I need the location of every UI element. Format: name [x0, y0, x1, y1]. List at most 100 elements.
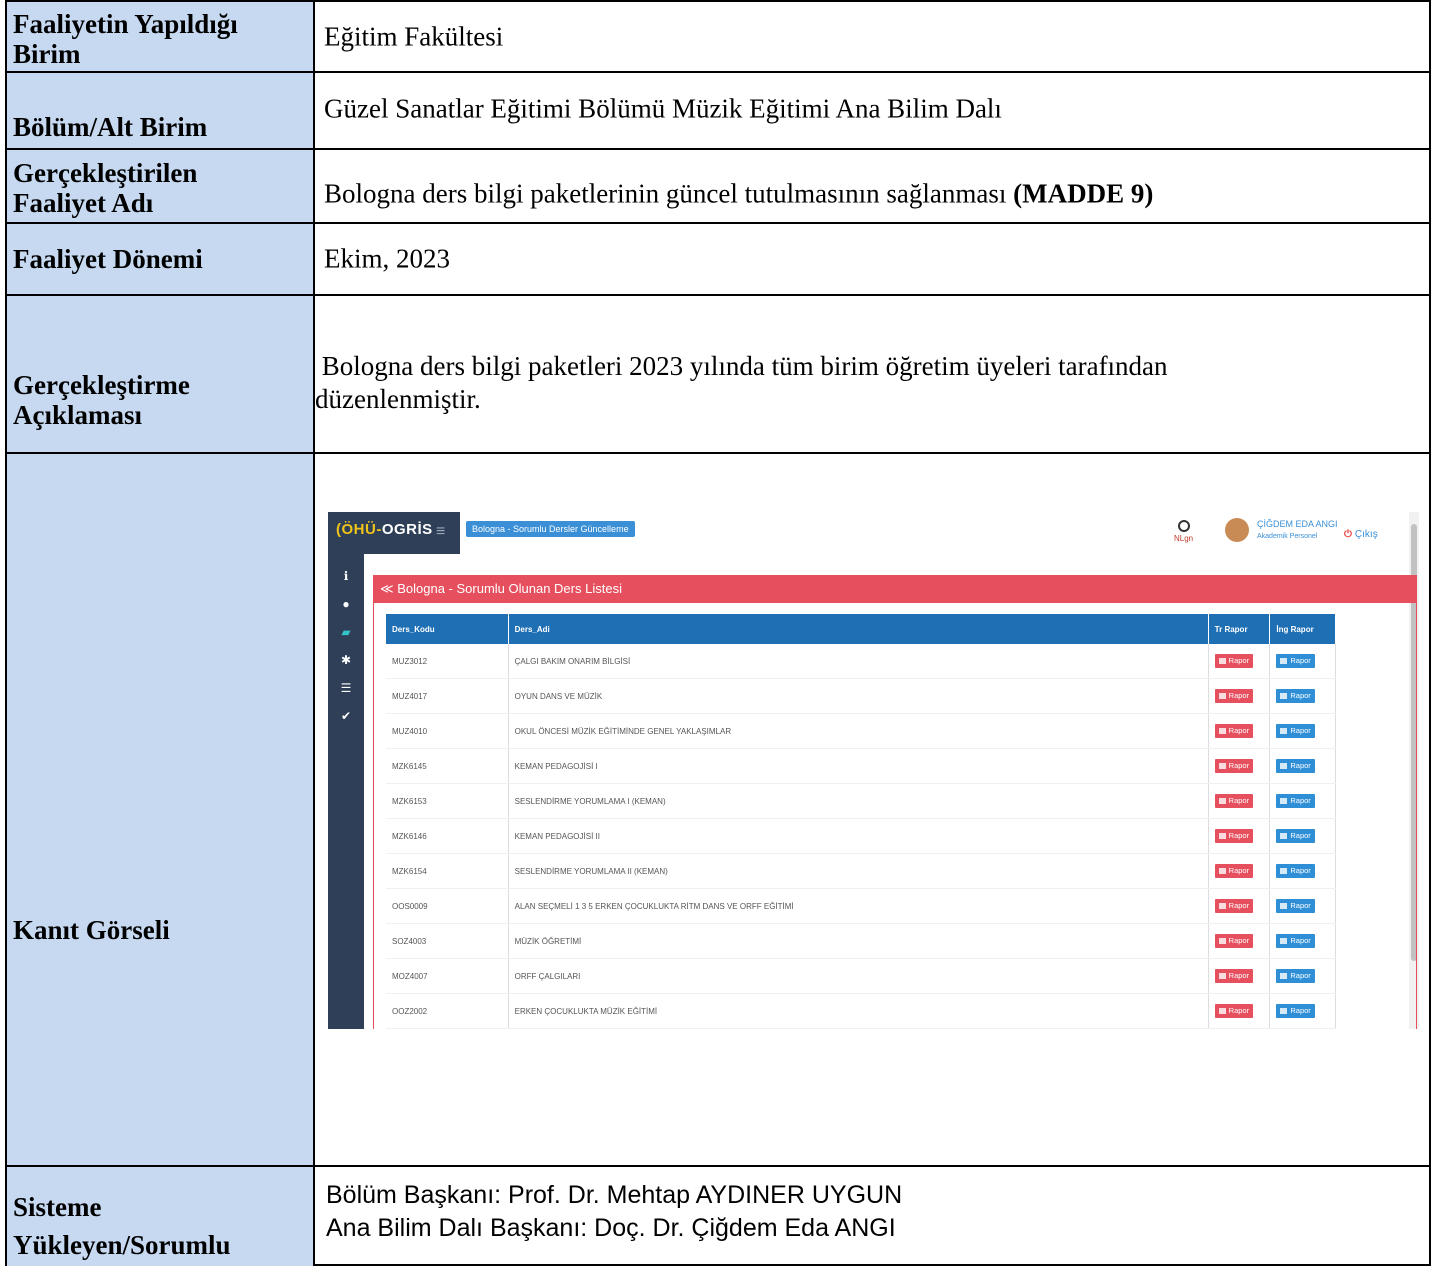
value-cell: Bologna ders bilgi paketleri 2023 yılınd… — [315, 296, 1429, 452]
power-icon: ⏻ — [1344, 529, 1352, 540]
label-cell: Faaliyet Dönemi — [7, 224, 315, 294]
button-label: Rapor — [1228, 831, 1250, 840]
row-unit: Faaliyetin Yapıldığı Birim Eğitim Fakült… — [7, 2, 1429, 73]
column-header[interactable]: İng Rapor — [1269, 614, 1336, 644]
label-text: Açıklaması — [13, 400, 143, 430]
en-report-button[interactable]: Rapor — [1276, 934, 1315, 948]
label-text: Sisteme — [13, 1192, 102, 1222]
course-code: MZK6154 — [386, 853, 509, 889]
side-navigation: ℹ ● ▰ ✱ ☰ ✔ — [328, 554, 364, 1029]
nlgn-indicator[interactable]: NLgn — [1174, 520, 1193, 543]
en-report-button[interactable]: Rapor — [1276, 899, 1315, 913]
breadcrumb[interactable]: Bologna - Sorumlu Dersler Güncelleme — [466, 521, 635, 537]
button-label: Rapor — [1290, 971, 1311, 980]
course-table: Ders_Kodu Ders_Adi Tr Rapor İng Rapor MU… — [386, 614, 1336, 1029]
row-activity-name: Gerçekleştirilen Faaliyet Adı Bologna de… — [7, 150, 1429, 224]
tr-report-button[interactable]: Rapor — [1214, 654, 1254, 668]
course-code: SOZ4003 — [386, 923, 509, 959]
label-text: Faaliyet Dönemi — [13, 244, 203, 274]
course-code: OOZ2002 — [386, 993, 509, 1029]
tr-report-button[interactable]: Rapor — [1214, 829, 1254, 843]
tr-report-button[interactable]: Rapor — [1214, 969, 1254, 983]
en-report-button[interactable]: Rapor — [1276, 969, 1315, 983]
en-report-cell: Rapor — [1269, 993, 1336, 1029]
avatar[interactable] — [1225, 518, 1249, 542]
course-code: MZK6146 — [386, 818, 509, 854]
user-name[interactable]: ÇİĞDEM EDA ANGI — [1257, 519, 1338, 529]
en-report-button[interactable]: Rapor — [1276, 759, 1315, 773]
print-icon — [1280, 973, 1288, 980]
tr-report-cell: Rapor — [1208, 958, 1271, 994]
en-report-cell: Rapor — [1269, 958, 1336, 994]
tr-report-button[interactable]: Rapor — [1214, 794, 1254, 808]
tr-report-button[interactable]: Rapor — [1214, 759, 1254, 773]
label-cell: Gerçekleştirme Açıklaması — [7, 296, 315, 452]
en-report-button[interactable]: Rapor — [1276, 829, 1315, 843]
print-icon — [1280, 938, 1288, 945]
responsible-line: Ana Bilim Dalı Başkanı: Doç. Dr. Çiğdem … — [326, 1214, 896, 1242]
column-header[interactable]: Ders_Adi — [508, 614, 1209, 644]
button-label: Rapor — [1290, 901, 1311, 910]
app-topbar: (ÖHÜ-OGRİS ≡ Bologna - Sorumlu Dersler G… — [322, 512, 1422, 554]
print-icon — [1280, 728, 1288, 735]
tr-report-button[interactable]: Rapor — [1214, 899, 1254, 913]
list-icon[interactable]: ☰ — [328, 674, 364, 702]
check-icon[interactable]: ✔ — [328, 702, 364, 730]
button-label: Rapor — [1228, 971, 1250, 980]
print-icon — [1218, 693, 1226, 700]
tr-report-button[interactable]: Rapor — [1214, 689, 1254, 703]
en-report-button[interactable]: Rapor — [1276, 654, 1315, 668]
label-text: Kanıt Görseli — [13, 915, 170, 946]
activity-name-value: Bologna ders bilgi paketlerinin güncel t… — [324, 178, 1014, 209]
course-name: ERKEN ÇOCUKLUKTA MÜZİK EĞİTİMİ — [508, 993, 1209, 1029]
course-code: MUZ3012 — [386, 644, 509, 679]
tr-report-button[interactable]: Rapor — [1214, 1004, 1254, 1018]
button-label: Rapor — [1228, 936, 1250, 945]
en-report-button[interactable]: Rapor — [1276, 864, 1315, 878]
en-report-button[interactable]: Rapor — [1276, 1004, 1315, 1018]
en-report-button[interactable]: Rapor — [1276, 724, 1315, 738]
print-icon — [1218, 1008, 1226, 1015]
book-icon[interactable]: ▰ — [328, 618, 364, 646]
asterisk-icon[interactable]: ✱ — [328, 646, 364, 674]
evidence-screenshot: (ÖHÜ-OGRİS ≡ Bologna - Sorumlu Dersler G… — [322, 512, 1422, 1029]
unit-value: Eğitim Fakültesi — [324, 21, 504, 51]
en-report-button[interactable]: Rapor — [1276, 794, 1315, 808]
en-report-cell: Rapor — [1269, 783, 1336, 819]
course-code: MOZ4007 — [386, 958, 509, 994]
print-icon — [1218, 833, 1226, 840]
label-text: Faaliyet Adı — [13, 188, 154, 218]
info-icon[interactable]: ℹ — [328, 562, 364, 590]
column-header[interactable]: Ders_Kodu — [386, 614, 509, 644]
print-icon — [1280, 833, 1288, 840]
tr-report-cell: Rapor — [1208, 644, 1271, 679]
en-report-cell: Rapor — [1269, 853, 1336, 889]
logout-button[interactable]: ⏻ Çıkış — [1344, 529, 1378, 540]
value-cell: Bölüm Başkanı: Prof. Dr. Mehtap AYDINER … — [315, 1167, 1429, 1266]
panel-header: ≪ Bologna - Sorumlu Olunan Ders Listesi — [374, 575, 1416, 603]
button-label: Rapor — [1290, 796, 1311, 805]
button-label: Rapor — [1290, 656, 1311, 665]
hamburger-menu-icon[interactable]: ≡ — [436, 523, 445, 541]
button-label: Rapor — [1228, 1006, 1250, 1015]
label-text: Birim — [13, 39, 81, 69]
tr-report-button[interactable]: Rapor — [1214, 724, 1254, 738]
print-icon — [1280, 903, 1288, 910]
value-cell: Güzel Sanatlar Eğitimi Bölümü Müzik Eğit… — [315, 73, 1429, 148]
en-report-button[interactable]: Rapor — [1276, 689, 1315, 703]
button-label: Rapor — [1290, 866, 1311, 875]
label-cell: Gerçekleştirilen Faaliyet Adı — [7, 150, 315, 222]
course-name: OKUL ÖNCESİ MÜZİK EĞİTİMİNDE GENEL YAKLA… — [508, 713, 1209, 749]
print-icon — [1218, 868, 1226, 875]
tr-report-cell: Rapor — [1208, 748, 1271, 784]
user-icon[interactable]: ● — [328, 590, 364, 618]
tr-report-button[interactable]: Rapor — [1214, 864, 1254, 878]
en-report-cell: Rapor — [1269, 748, 1336, 784]
print-icon — [1280, 763, 1288, 770]
tr-report-button[interactable]: Rapor — [1214, 934, 1254, 948]
print-icon — [1218, 658, 1226, 665]
row-responsible: Sisteme Yükleyen/Sorumlu Bölüm Başkanı: … — [7, 1167, 1429, 1266]
column-header[interactable]: Tr Rapor — [1208, 614, 1271, 644]
label-cell: Bölüm/Alt Birim — [7, 73, 315, 148]
label-cell: Kanıt Görseli — [7, 454, 315, 1165]
